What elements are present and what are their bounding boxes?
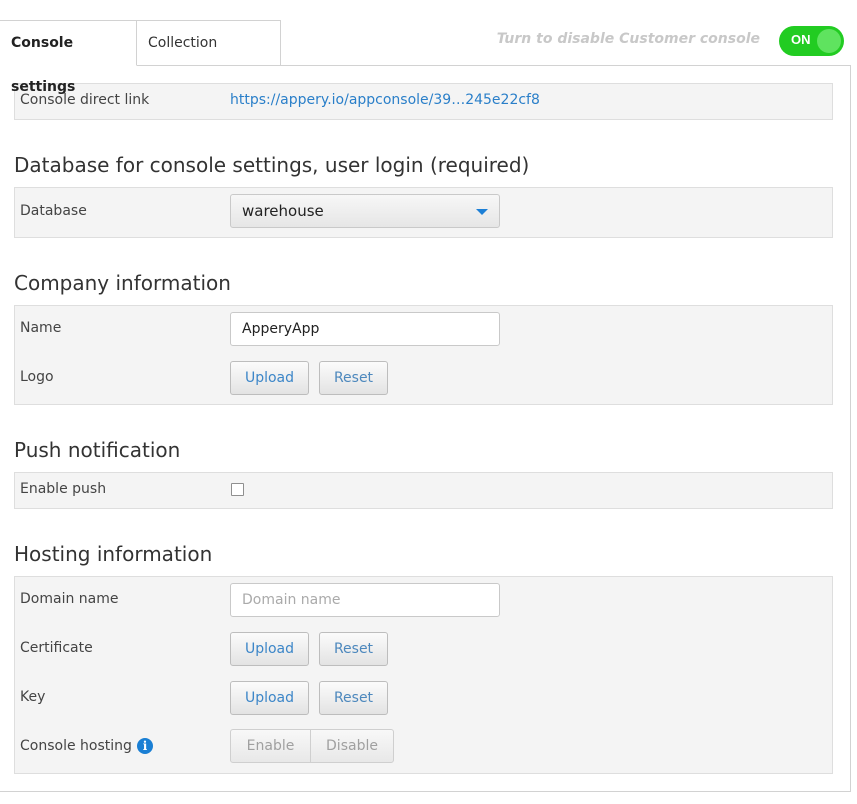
enable-push-checkbox[interactable] [231,483,244,496]
key-label: Key [20,689,46,705]
database-select[interactable]: warehouse [230,194,500,228]
logo-upload-button[interactable]: Upload [230,361,309,395]
domain-name-input[interactable] [230,583,500,617]
database-box: Database warehouse [14,187,833,238]
logo-label: Logo [20,369,54,385]
console-toggle[interactable]: ON [779,26,844,56]
tab-console-settings[interactable]: Console settings [0,20,137,95]
chevron-down-icon [476,209,488,215]
domain-name-label: Domain name [20,591,119,607]
console-hosting-toggle-group: Enable Disable [230,729,394,763]
database-label: Database [20,203,87,219]
database-section-title: Database for console settings, user logi… [14,153,530,177]
hosting-box: Domain name Certificate Upload Reset Key… [14,576,833,774]
push-section-title: Push notification [14,438,181,462]
enable-hosting-button[interactable]: Enable [230,729,311,763]
push-box: Enable push [14,472,833,509]
database-selected-value: warehouse [242,202,324,220]
info-icon[interactable]: i [137,738,153,754]
company-box: Name Logo Upload Reset [14,305,833,405]
certificate-upload-button[interactable]: Upload [230,632,309,666]
key-upload-button[interactable]: Upload [230,681,309,715]
console-direct-link[interactable]: https://appery.io/appconsole/39…245e22cf… [230,92,540,108]
toggle-hint: Turn to disable Customer console [496,31,760,47]
certificate-label: Certificate [20,640,93,656]
disable-hosting-button[interactable]: Disable [310,729,394,763]
hosting-section-title: Hosting information [14,542,213,566]
console-hosting-label: Console hosting [20,738,132,754]
tab-collection-settings[interactable]: Collection settings [136,20,281,95]
company-section-title: Company information [14,271,231,295]
settings-panel: Console direct link https://appery.io/ap… [0,65,851,792]
company-name-label: Name [20,320,62,336]
toggle-knob [817,29,841,53]
logo-reset-button[interactable]: Reset [319,361,388,395]
company-name-input[interactable] [230,312,500,346]
enable-push-label: Enable push [20,481,107,497]
console-link-box: Console direct link https://appery.io/ap… [14,83,833,120]
toggle-label: ON [791,32,811,47]
certificate-reset-button[interactable]: Reset [319,632,388,666]
key-reset-button[interactable]: Reset [319,681,388,715]
